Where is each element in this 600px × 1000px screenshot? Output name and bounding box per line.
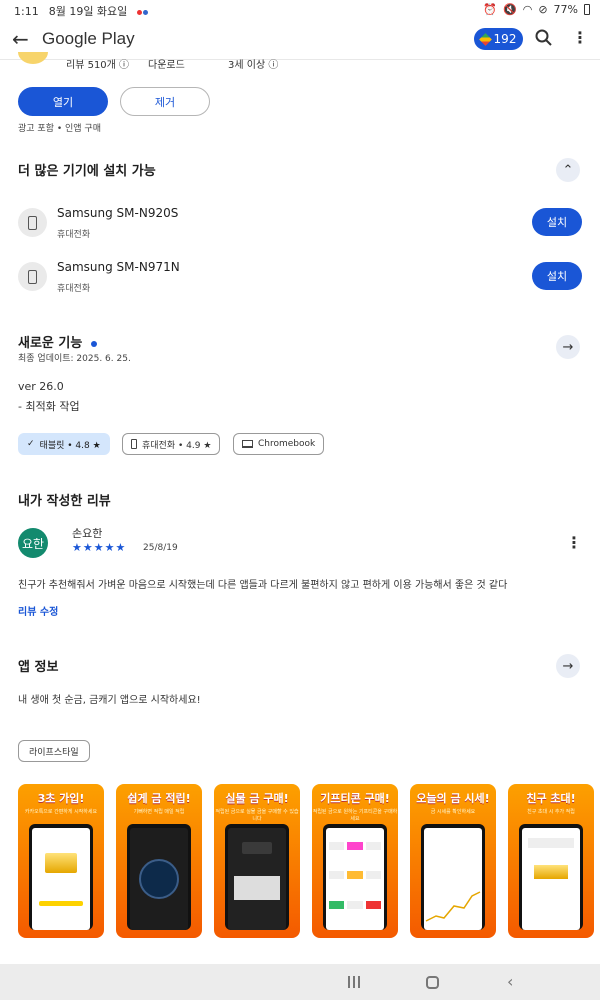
ads-note: 광고 포함 • 인앱 구매 — [18, 124, 101, 134]
battery-level: 77% — [553, 3, 578, 16]
laptop-icon — [242, 440, 253, 448]
screenshot[interactable]: 기프티콘 구매! 적립된 금으로 원하는 기프티콘을 구매하세요 — [312, 784, 398, 938]
avatar: 요한 — [18, 528, 48, 558]
install-button[interactable]: 설치 — [532, 208, 582, 236]
play-points-count: 192 — [493, 32, 517, 46]
install-button[interactable]: 설치 — [532, 262, 582, 290]
reviews-count: 리뷰 510개 ⓘ — [66, 60, 130, 71]
version-note: - 최적화 작업 — [18, 400, 80, 413]
arrow-right-icon[interactable]: → — [556, 335, 580, 359]
category-tag[interactable]: 라이프스타일 — [18, 740, 90, 762]
more-options-icon[interactable]: ⋮ — [572, 30, 588, 50]
page-title: Google Play — [42, 29, 135, 48]
app-description: 내 생애 첫 순금, 금캐기 앱으로 시작하세요! — [18, 695, 201, 706]
review-text: 친구가 추천해줘서 가벼운 마음으로 시작했는데 다른 앱들과 다르게 불편하지… — [18, 580, 508, 591]
battery-icon — [584, 4, 590, 15]
back-arrow-icon[interactable]: ← — [12, 28, 34, 50]
mute-icon: 🔇 — [503, 3, 517, 16]
collapse-chevron-icon[interactable]: ⌃ — [556, 158, 580, 182]
app-info-title: 앱 정보 — [18, 660, 59, 675]
play-points-icon — [478, 32, 492, 46]
dnd-icon: ⊘ — [538, 3, 548, 16]
review-stars: ★★★★★ — [72, 541, 127, 554]
device-type: 휴대전화 — [57, 230, 91, 240]
arrow-right-icon[interactable]: → — [556, 654, 580, 678]
screenshot[interactable]: 친구 초대! 친구 초대 시 추가 적립 — [508, 784, 594, 938]
review-more-icon[interactable]: ⋮ — [566, 533, 582, 552]
age-rating: 3세 이상 ⓘ — [228, 60, 279, 71]
screenshot[interactable]: 쉽게 금 적립! 기뻐하면 적립 매일 적립 — [116, 784, 202, 938]
review-author: 손요한 — [72, 527, 103, 540]
version-text: ver 26.0 — [18, 380, 64, 393]
device-name: Samsung SM-N971N — [57, 260, 180, 274]
screenshot[interactable]: 3초 가입! 카카오톡으로 간편하게 시작하세요 — [18, 784, 104, 938]
edit-review-link[interactable]: 리뷰 수정 — [18, 603, 58, 618]
app-icon-partial — [18, 52, 48, 64]
alarm-icon: ⏰ — [483, 3, 498, 16]
whats-new-title: 새로운 기능 — [18, 332, 97, 351]
phone-icon — [18, 262, 47, 291]
device-name: Samsung SM-N920S — [57, 206, 179, 220]
app-bar: ← Google Play 192 ⋮ — [0, 20, 600, 60]
chip-phone[interactable]: 휴대전화 • 4.9 ★ — [122, 433, 221, 455]
search-icon[interactable] — [534, 28, 554, 48]
system-nav-bar: ‹ — [0, 964, 600, 1000]
device-type: 휴대전화 — [57, 284, 91, 294]
chip-chromebook[interactable]: Chromebook — [233, 433, 325, 455]
phone-icon — [131, 439, 137, 449]
home-icon[interactable] — [426, 976, 439, 989]
nav-back-icon[interactable]: ‹ — [507, 972, 513, 991]
notification-dots-icon — [137, 5, 149, 18]
screenshot-carousel[interactable]: 3초 가입! 카카오톡으로 간편하게 시작하세요 쉽게 금 적립! 기뻐하면 적… — [18, 784, 600, 938]
check-icon: ✓ — [27, 439, 35, 449]
phone-icon — [18, 208, 47, 237]
remove-button[interactable]: 제거 — [120, 87, 210, 116]
recents-icon[interactable] — [348, 976, 362, 988]
review-date: 25/8/19 — [143, 543, 178, 553]
new-dot-icon — [90, 340, 97, 347]
screenshot[interactable]: 실물 금 구매! 적립된 금으로 실물 금을 구매할 수 있습니다 — [214, 784, 300, 938]
downloads-label: 다운로드 — [148, 60, 185, 71]
open-button[interactable]: 열기 — [18, 87, 108, 116]
chip-tablet[interactable]: ✓ 태블릿 • 4.8 ★ — [18, 433, 110, 455]
screenshot[interactable]: 오늘의 금 시세! 금 시세를 확인하세요 — [410, 784, 496, 938]
status-bar: 1:11 8월 19일 화요일 ⏰ 🔇 ◠ ⊘ 77% — [0, 0, 600, 20]
devices-section-title: 더 많은 기기에 설치 가능 — [18, 164, 156, 179]
status-date: 8월 19일 화요일 — [48, 5, 128, 18]
last-updated: 최종 업데이트: 2025. 6. 25. — [18, 354, 131, 364]
status-time: 1:11 — [14, 4, 39, 18]
wifi-icon: ◠ — [522, 3, 533, 16]
play-points-badge[interactable]: 192 — [474, 28, 523, 50]
my-review-title: 내가 작성한 리뷰 — [18, 494, 111, 509]
